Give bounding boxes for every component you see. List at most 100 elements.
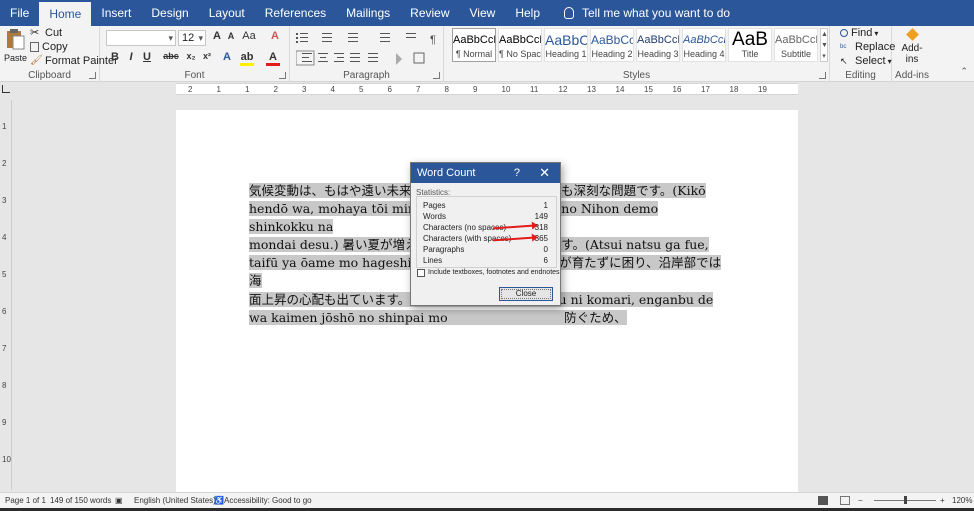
style-title[interactable]: AaB Title: [728, 28, 772, 62]
tell-me-box[interactable]: Tell me what you want to do: [564, 0, 730, 26]
help-icon[interactable]: ?: [514, 163, 520, 183]
addins-button[interactable]: Add-ins: [896, 28, 928, 65]
style-name: Heading 2: [591, 49, 633, 59]
language[interactable]: English (United States): [134, 496, 216, 505]
ruler-number: 8: [2, 381, 7, 390]
ruler-number: 4: [330, 85, 335, 94]
find-label: Find: [851, 27, 873, 39]
superscript-icon[interactable]: x²: [200, 51, 214, 61]
accessibility-status[interactable]: Accessibility: Good to go: [224, 496, 312, 505]
tab-design[interactable]: Design: [141, 0, 198, 26]
select-button[interactable]: ↖ Select ▾: [840, 55, 892, 67]
style-heading-2[interactable]: AaBbCc Heading 2: [590, 28, 634, 62]
tab-references[interactable]: References: [255, 0, 336, 26]
read-mode-icon[interactable]: [818, 496, 828, 505]
style-subtitle[interactable]: AaBbCcD Subtitle: [774, 28, 818, 62]
text-effects-icon[interactable]: A: [220, 51, 234, 63]
tab-view[interactable]: View: [460, 0, 506, 26]
proofing-icon[interactable]: ▣: [115, 496, 123, 505]
ruler-number: 3: [2, 196, 7, 205]
copy-button[interactable]: Copy: [30, 41, 68, 53]
cut-label: Cut: [45, 27, 63, 39]
tab-layout[interactable]: Layout: [199, 0, 255, 26]
tab-selector-icon[interactable]: [2, 85, 10, 93]
horizontal-ruler[interactable]: 2 1 1 2 3 4 5 6 7 8 9 10 11 12 13 14 15 16 17 18 19: [176, 83, 798, 95]
highlight-icon[interactable]: ab: [240, 51, 254, 66]
tab-mailings[interactable]: Mailings: [336, 0, 400, 26]
ruler-number: 14: [615, 85, 625, 94]
zoom-level[interactable]: 120%: [952, 496, 972, 505]
ruler-number: 1: [2, 122, 7, 131]
style-preview: AaBbCcD: [775, 34, 817, 46]
tab-review[interactable]: Review: [400, 0, 459, 26]
vertical-ruler[interactable]: 1 2 3 4 5 6 7 8 9 10: [0, 100, 12, 490]
paintbrush-icon: 🖌: [30, 55, 43, 66]
styles-launcher-icon[interactable]: [819, 72, 826, 79]
chevron-down-icon: ▾: [874, 28, 879, 38]
tab-file[interactable]: File: [0, 0, 39, 26]
strikethrough-icon[interactable]: abc: [162, 51, 180, 61]
clipboard-launcher-icon[interactable]: [89, 72, 96, 79]
replace-icon: ᵇᶜ: [840, 42, 847, 52]
ruler-number: 12: [558, 85, 568, 94]
style-name: ¶ No Spac...: [499, 49, 541, 59]
word-count[interactable]: 149 of 150 words: [50, 496, 111, 505]
change-case-icon[interactable]: Aa: [242, 30, 256, 42]
replace-label: Replace: [855, 41, 896, 53]
zoom-in-icon[interactable]: +: [940, 496, 945, 505]
paragraph-buttons-icon: ¶: [296, 33, 436, 66]
zoom-out-icon[interactable]: −: [858, 496, 863, 505]
font-color-icon[interactable]: A: [266, 51, 280, 66]
search-icon: [840, 29, 848, 37]
font-group-label: Font: [184, 70, 205, 81]
find-button[interactable]: Find ▾: [840, 27, 878, 39]
tell-me-text: Tell me what you want to do: [582, 6, 731, 20]
close-button[interactable]: Close: [499, 287, 553, 301]
ruler-number: 3: [302, 85, 307, 94]
clipboard-group-label: Clipboard: [28, 70, 71, 81]
clear-format-icon[interactable]: A: [268, 30, 282, 42]
paragraph-launcher-icon[interactable]: [433, 72, 440, 79]
style-no-spacing[interactable]: AaBbCcDc ¶ No Spac...: [498, 28, 542, 62]
ruler-number: 4: [2, 233, 7, 242]
tab-home[interactable]: Home: [39, 2, 92, 26]
ruler-number: 16: [672, 85, 682, 94]
include-textboxes-label: Include textboxes, footnotes and endnote…: [428, 269, 560, 276]
dialog-title-bar[interactable]: Word Count ? ✕: [411, 163, 560, 183]
font-launcher-icon[interactable]: [279, 72, 286, 79]
ruler-number: 2: [188, 85, 193, 94]
bold-icon[interactable]: B: [108, 51, 122, 63]
collapse-ribbon-icon[interactable]: ⌃: [960, 66, 968, 77]
tab-insert[interactable]: Insert: [91, 0, 141, 26]
style-preview: AaBbCc: [591, 33, 633, 47]
italic-icon[interactable]: I: [124, 51, 138, 63]
page-count[interactable]: Page 1 of 1: [5, 496, 46, 505]
clipboard-group: Paste ✂ Cut Copy 🖌 Format Painter Clipbo…: [0, 26, 118, 82]
ruler-number: 2: [2, 159, 7, 168]
include-textboxes-checkbox[interactable]: [417, 269, 425, 277]
shrink-font-icon[interactable]: A: [224, 31, 238, 41]
font-size-combo[interactable]: 12: [178, 30, 206, 46]
style-heading-4[interactable]: AaBbCcD Heading 4: [682, 28, 726, 62]
ruler-number: 6: [387, 85, 392, 94]
select-label: Select: [855, 55, 886, 67]
style-heading-1[interactable]: AaBbC Heading 1: [544, 28, 588, 62]
ruler-number: 5: [2, 270, 7, 279]
style-normal[interactable]: AaBbCcDc ¶ Normal: [452, 28, 496, 62]
style-name: Heading 3: [637, 49, 679, 59]
status-bar: Page 1 of 1 149 of 150 words ▣ English (…: [0, 492, 974, 508]
replace-button[interactable]: ᵇᶜ Replace: [840, 41, 895, 53]
cut-button[interactable]: ✂ Cut: [30, 27, 62, 39]
subscript-icon[interactable]: x₂: [184, 51, 198, 61]
paste-button[interactable]: Paste: [4, 28, 27, 68]
styles-scroll-arrows[interactable]: ▲ ▼ ▾: [820, 28, 828, 62]
underline-icon[interactable]: U: [140, 51, 154, 63]
zoom-slider-thumb[interactable]: [904, 496, 907, 504]
grow-font-icon[interactable]: A: [210, 30, 224, 42]
print-layout-icon[interactable]: [840, 496, 850, 505]
style-heading-3[interactable]: AaBbCcD Heading 3: [636, 28, 680, 62]
close-icon[interactable]: ✕: [539, 163, 550, 183]
tab-help[interactable]: Help: [505, 0, 550, 26]
cursor-arrow-icon: ↖: [840, 56, 848, 66]
font-name-combo[interactable]: [106, 30, 176, 46]
